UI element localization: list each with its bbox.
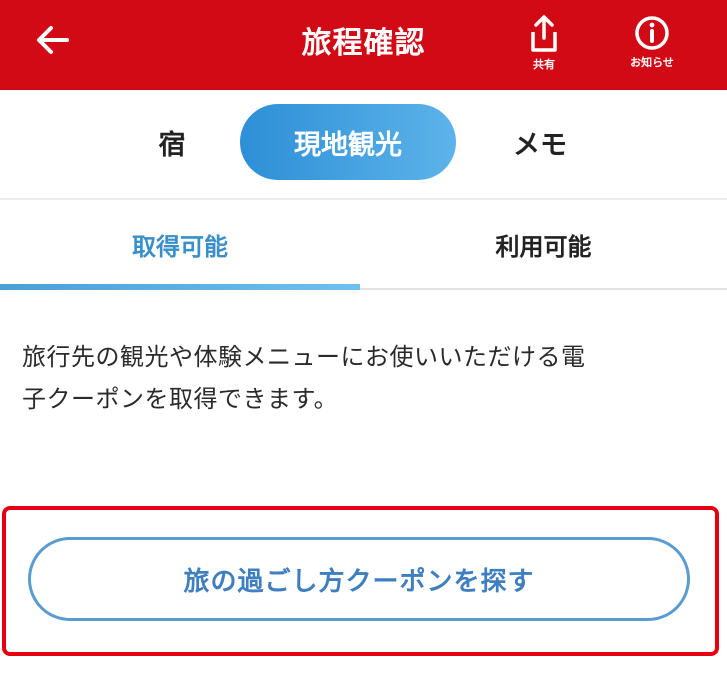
page-title: 旅程確認 (301, 26, 426, 61)
tab-usable[interactable]: 利用可能 (360, 200, 727, 288)
share-button[interactable]: 共有 (514, 14, 574, 78)
info-label: お知らせ (630, 56, 674, 69)
segment-yado[interactable]: 宿 (130, 104, 214, 180)
share-label: 共有 (533, 58, 555, 71)
tab-acquirable[interactable]: 取得可能 (0, 200, 360, 288)
find-coupon-button[interactable]: 旅の過ごし方クーポンを探す (28, 537, 690, 621)
description-line-1: 旅行先の観光や体験メニューにお使いいただける電 (22, 343, 586, 371)
active-tab-indicator (0, 284, 360, 290)
share-icon (531, 15, 557, 52)
info-circle-icon (635, 16, 669, 50)
info-button[interactable]: お知らせ (622, 14, 682, 78)
segment-sightseeing[interactable]: 現地観光 (240, 104, 456, 180)
app-header: 旅程確認 共有 お知らせ (0, 0, 727, 90)
category-segmented-control: 宿 現地観光 メモ (0, 104, 727, 180)
segment-memo[interactable]: メモ (480, 104, 600, 180)
description-line-2: 子クーポンを取得できます。 (22, 385, 339, 413)
coupon-tabs: 取得可能 利用可能 (0, 200, 727, 290)
description-text: 旅行先の観光や体験メニューにお使いいただける電 子クーポンを取得できます。 (22, 336, 712, 420)
